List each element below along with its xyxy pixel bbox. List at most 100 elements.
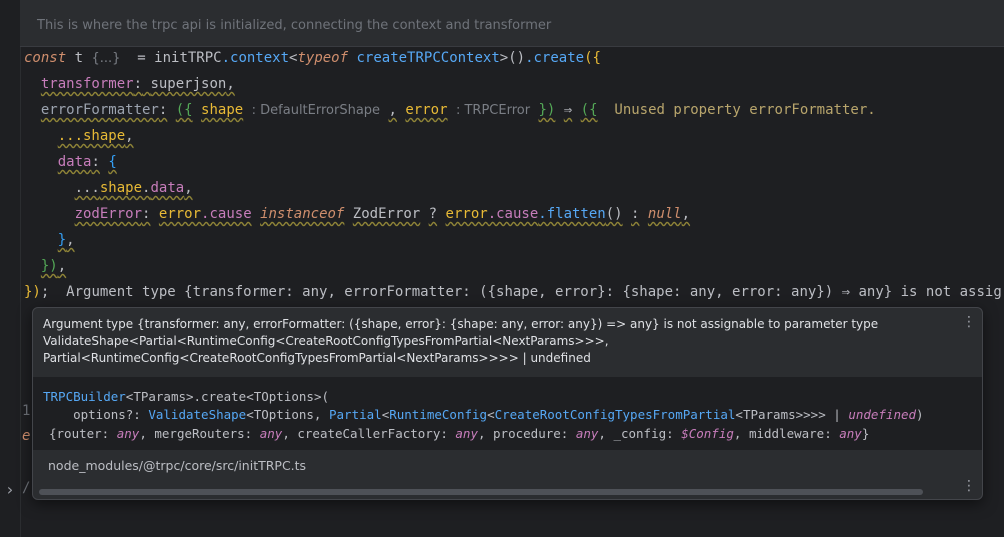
sig-class-link[interactable]: TRPCBuilder	[43, 389, 126, 404]
colon: :	[142, 206, 151, 222]
prop-data: data	[57, 154, 92, 170]
method-context: .context	[221, 50, 290, 66]
open-brace: ({	[584, 50, 601, 66]
sig-any-1: any	[116, 426, 140, 441]
open-paren: ({	[175, 102, 193, 118]
sig-ret-b: , mergeRouters:	[139, 426, 260, 441]
open-brace: {	[108, 154, 117, 170]
sig-validate-link[interactable]: ValidateShape	[148, 407, 246, 422]
tooltip-footer-more-icon[interactable]: ⋮	[962, 478, 976, 496]
sig-partial-link[interactable]: Partial	[329, 407, 382, 422]
prop-zodError: zodError	[74, 206, 143, 222]
open-paren-2: ({	[580, 102, 598, 118]
sig-text-a: <TOptions,	[246, 407, 329, 422]
var-t: t	[74, 50, 84, 66]
sig-ret-f: , middleware:	[733, 426, 840, 441]
close-paren: })	[40, 258, 58, 274]
code-line-6[interactable]: ...shape.data,	[24, 177, 193, 199]
code-line-1[interactable]: const t {...} = initTRPC.context<typeof …	[24, 47, 601, 69]
call-parens: ()	[508, 50, 526, 66]
sig-ret-e: , _config:	[598, 426, 682, 441]
sig-tparams: <TParams>.create<TOptions>(	[125, 389, 329, 404]
prop-transformer: transformer	[40, 76, 134, 92]
code-line-10[interactable]: }); Argument type {transformer: any, err…	[24, 281, 1002, 303]
colon: :	[158, 102, 168, 118]
ref-error-2: error	[445, 206, 488, 222]
ternary-colon: :	[631, 206, 640, 222]
code-line-8[interactable]: },	[24, 229, 75, 251]
ref-error: error	[158, 206, 202, 222]
code-line-2[interactable]: transformer: superjson,	[24, 73, 235, 95]
rendered-doc-comment: This is where the trpc api is initialize…	[20, 0, 1004, 47]
tooltip-horizontal-scrollbar[interactable]	[39, 489, 923, 495]
comma: ,	[681, 206, 691, 222]
comma: ,	[184, 180, 193, 196]
prop-errorFormatter: errorFormatter	[40, 102, 159, 118]
keyword-const: const	[24, 50, 67, 66]
tooltip-error-message: Argument type {transformer: any, errorFo…	[43, 316, 953, 367]
close-brace: }	[57, 232, 67, 248]
keyword-instanceof: instanceof	[260, 206, 345, 222]
sig-any-5: any	[839, 426, 862, 441]
tooltip-signature: TRPCBuilder<TParams>.create<TOptions>( o…	[33, 378, 982, 450]
colon: :	[91, 154, 100, 170]
gutter	[0, 0, 20, 537]
tooltip-message-line-2: ValidateShape<Partial<RuntimeConfig<Crea…	[43, 334, 609, 348]
sig-create-link[interactable]: CreateRootConfigTypesFromPartial	[495, 407, 736, 422]
method-create: .create	[525, 50, 585, 66]
signature-line-1: TRPCBuilder<TParams>.create<TOptions>(	[43, 388, 329, 406]
inlay-hint-error-type[interactable]: : TRPCError	[456, 103, 530, 118]
param-error: error	[405, 102, 448, 118]
ref-cause-2: .cause	[487, 206, 539, 222]
close-paren: })	[538, 102, 556, 118]
value-superjson: superjson	[150, 76, 227, 92]
fn-createTRPCContext: createTRPCContext	[356, 50, 500, 66]
line-number-fragment: 1	[22, 403, 31, 419]
signature-line-3: {router: any, mergeRouters: any, createC…	[49, 425, 869, 443]
sig-text-d: <TParams>>>> |	[735, 407, 849, 422]
fold-chevron-icon[interactable]: ›	[5, 480, 15, 499]
code-line-3[interactable]: errorFormatter: ({ shape : DefaultErrorS…	[24, 99, 876, 121]
inlay-hint-destructure[interactable]: {...}	[91, 51, 120, 66]
sig-config: $Config	[681, 426, 734, 441]
sig-undefined: undefined	[848, 407, 917, 422]
comma: ,	[226, 76, 235, 92]
colon: :	[133, 76, 143, 92]
tooltip-more-icon[interactable]: ⋮	[962, 314, 976, 332]
code-line-4[interactable]: ...shape,	[24, 125, 134, 147]
sig-any-2: any	[259, 426, 283, 441]
comma: ,	[125, 128, 134, 144]
call-parens: ()	[605, 206, 623, 222]
sig-text-e: )	[916, 407, 924, 422]
comma: ,	[66, 232, 75, 248]
code-line-5[interactable]: data: {	[24, 151, 117, 173]
sig-ret-d: , procedure:	[477, 426, 576, 441]
fn-initTRPC: initTRPC	[154, 50, 222, 66]
keyword-null: null	[647, 206, 682, 222]
ref-cause: .cause	[201, 206, 252, 222]
spread-dots: ...	[74, 180, 100, 196]
tooltip-message-line-3: Partial<RuntimeConfig<CreateRootConfigTy…	[43, 351, 591, 365]
method-flatten: .flatten	[538, 206, 606, 222]
inlay-hint-shape-type[interactable]: : DefaultErrorShape	[252, 103, 380, 118]
sig-runtime-link[interactable]: RuntimeConfig	[389, 407, 487, 422]
error-tooltip[interactable]: Argument type {transformer: any, errorFo…	[32, 307, 983, 500]
code-line-9[interactable]: }),	[24, 255, 66, 277]
semicolon: ;	[40, 284, 50, 300]
tooltip-source-path[interactable]: node_modules/@trpc/core/src/initTRPC.ts	[48, 458, 306, 473]
param-shape: shape	[201, 102, 244, 118]
arrow: ⇒	[563, 102, 573, 118]
sig-text-c: <	[487, 407, 495, 422]
comma: ,	[388, 102, 397, 118]
signature-line-2: options?: ValidateShape<TOptions, Partia…	[43, 406, 924, 424]
sig-options: options?:	[43, 407, 149, 422]
code-line-7[interactable]: zodError: error.cause instanceof ZodErro…	[24, 203, 690, 225]
inline-error-message: Argument type {transformer: any, errorFo…	[66, 284, 1002, 300]
doc-comment-text: This is where the trpc api is initialize…	[37, 18, 552, 33]
ref-data: data	[150, 180, 185, 196]
ref-shape: shape	[99, 180, 143, 196]
spread-shape: ...shape	[57, 128, 126, 144]
sig-ret-c: , createCallerFactory:	[282, 426, 456, 441]
code-fragment-slash: /	[22, 480, 31, 496]
sig-ret-g: }	[861, 426, 870, 441]
